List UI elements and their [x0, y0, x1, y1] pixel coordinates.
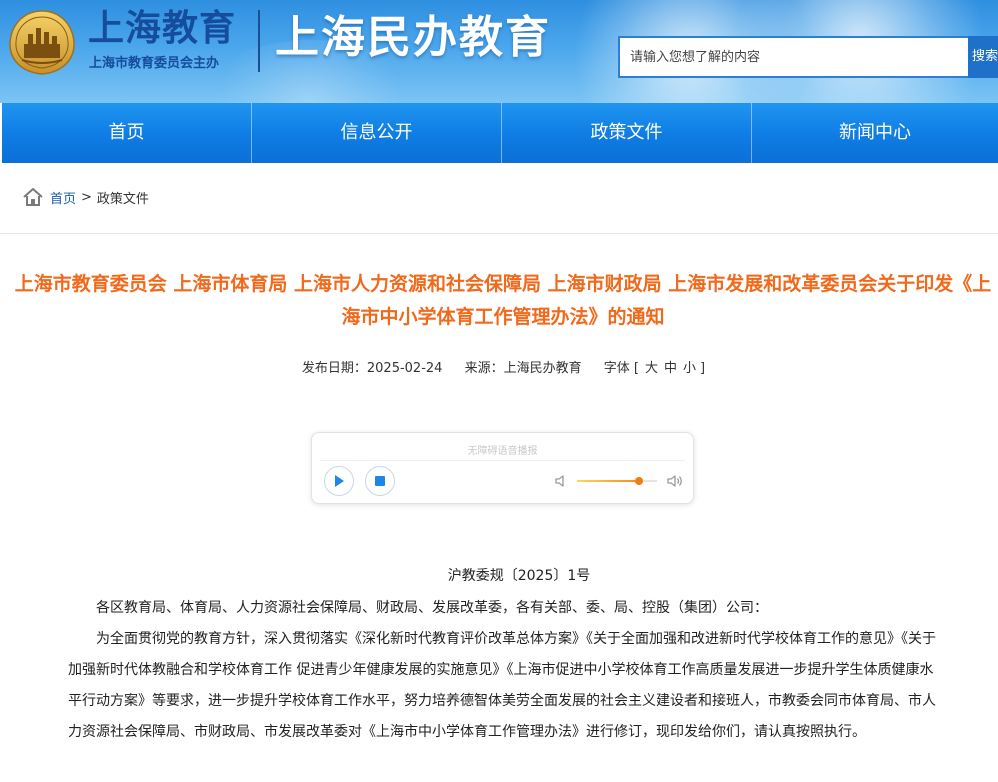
publish-date: 发布日期：2025-02-24 — [301, 361, 443, 376]
breadcrumb-current: 政策文件 — [96, 191, 149, 207]
audio-player: 无障碍语音播报 — [311, 432, 694, 504]
nav-item-news-center[interactable]: 新闻中心 — [752, 103, 998, 163]
nav-item-policy-documents[interactable]: 政策文件 — [502, 103, 752, 163]
player-caption: 无障碍语音播报 — [467, 446, 538, 457]
site-header: 上海教育 上海市教育委员会主办 上海民办教育 搜索 — [0, 0, 998, 103]
article-source: 来源：上海民办教育 — [464, 361, 582, 376]
volume-slider[interactable] — [577, 477, 657, 485]
search-input[interactable] — [620, 38, 968, 76]
site-subtitle: 上海市教育委员会主办 — [89, 56, 220, 71]
breadcrumb-home-link[interactable]: 首页 — [50, 188, 76, 207]
search-button[interactable]: 搜索 — [968, 36, 998, 78]
header-divider — [258, 10, 260, 72]
home-icon — [23, 188, 43, 206]
volume-high-icon[interactable] — [666, 473, 684, 489]
nav-item-home[interactable]: 首页 — [2, 103, 252, 163]
divider — [0, 233, 998, 234]
nav-item-information-disclosure[interactable]: 信息公开 — [252, 103, 502, 163]
font-size-medium[interactable]: 中 — [664, 361, 677, 376]
font-size-label: 字体 [ — [603, 361, 639, 376]
page-header-title: 上海民办教育 — [275, 12, 551, 63]
font-size-end: ] — [700, 361, 706, 376]
article-meta: 发布日期：2025-02-24 来源：上海民办教育 字体 [ 大中小] — [0, 359, 998, 379]
play-button[interactable] — [324, 466, 354, 496]
paragraph-recipients: 各区教育局、体育局、人力资源社会保障局、财政局、发展改革委，各有关部、委、局、控… — [96, 600, 768, 616]
volume-low-icon[interactable] — [554, 474, 568, 488]
breadcrumb-separator: > — [81, 189, 92, 205]
player-divider — [320, 460, 685, 461]
play-icon — [335, 475, 344, 487]
main-nav: 首页 信息公开 政策文件 新闻中心 — [2, 103, 998, 163]
stop-button[interactable] — [365, 466, 395, 496]
font-size-small[interactable]: 小 — [683, 361, 696, 376]
document-number: 沪教委规〔2025〕1号 — [447, 568, 591, 584]
breadcrumb: 首页 > 政策文件 — [22, 186, 149, 208]
paragraph-body: 为全面贯彻党的教育方针，深入贯彻落实《深化新时代教育评价改革总体方案》《关于全面… — [68, 631, 936, 740]
font-size-control: 字体 [ 大中小] — [604, 361, 705, 376]
font-size-large[interactable]: 大 — [645, 361, 658, 376]
stop-icon — [375, 476, 385, 486]
article-title: 上海市教育委员会 上海市体育局 上海市人力资源和社会保障局 上海市财政局 上海市… — [14, 273, 992, 328]
shanghai-education-emblem-icon[interactable] — [6, 8, 78, 78]
volume-level-fill — [577, 480, 640, 482]
search-box — [618, 36, 970, 78]
site-name[interactable]: 上海教育 — [88, 8, 236, 50]
volume-slider-handle[interactable] — [635, 477, 644, 485]
